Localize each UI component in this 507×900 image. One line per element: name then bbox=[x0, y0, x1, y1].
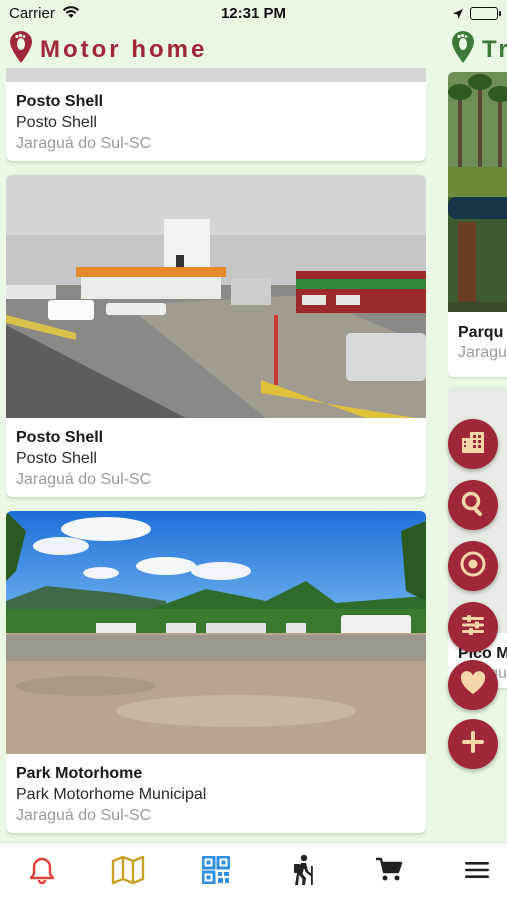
footprint-pin-icon-next bbox=[450, 30, 476, 69]
nav-trails[interactable] bbox=[286, 854, 320, 891]
heart-icon bbox=[459, 669, 487, 702]
park-palms-photo bbox=[448, 72, 507, 312]
card-name: Park Motorhome bbox=[16, 765, 143, 782]
clock: 12:31 PM bbox=[220, 5, 287, 22]
bell-icon bbox=[27, 855, 57, 890]
preview-card-name: Parqu bbox=[458, 324, 504, 341]
city-button[interactable] bbox=[448, 419, 498, 469]
filter-icon bbox=[459, 611, 487, 644]
card-city: Jaraguá do Sul-SC bbox=[16, 471, 152, 488]
map-icon bbox=[111, 855, 145, 890]
next-page-title: Tr bbox=[482, 36, 507, 63]
preview-card[interactable]: Parqu Jaragu bbox=[448, 72, 507, 377]
nav-notifications[interactable] bbox=[25, 855, 59, 889]
bottom-nav bbox=[0, 842, 507, 900]
list-item[interactable]: Park Motorhome Park Motorhome Municipal … bbox=[6, 511, 426, 833]
nav-cart[interactable] bbox=[372, 855, 406, 889]
park-gravel-lot-photo bbox=[6, 511, 426, 754]
card-subtitle: Posto Shell bbox=[16, 114, 97, 131]
nav-qr-scanner[interactable] bbox=[199, 855, 233, 889]
favorites-button[interactable] bbox=[448, 660, 498, 710]
plus-icon bbox=[459, 728, 487, 761]
motorhome-list[interactable]: Posto Shell Posto Shell Jaraguá do Sul-S… bbox=[6, 68, 426, 840]
add-button[interactable] bbox=[448, 719, 498, 769]
menu-icon bbox=[464, 859, 490, 886]
gas-station-photo bbox=[6, 175, 426, 418]
card-subtitle: Park Motorhome Municipal bbox=[16, 786, 207, 803]
preview-card-city: Jaragu bbox=[458, 344, 507, 361]
target-icon bbox=[459, 550, 487, 583]
status-bar: Carrier 12:31 PM bbox=[0, 0, 507, 28]
nav-menu[interactable] bbox=[460, 855, 494, 889]
page-title: Motor home bbox=[40, 36, 208, 63]
search-icon bbox=[459, 489, 487, 522]
card-photo bbox=[6, 68, 426, 82]
cart-icon bbox=[374, 855, 404, 890]
card-city: Jaraguá do Sul-SC bbox=[16, 807, 152, 824]
target-button[interactable] bbox=[448, 541, 498, 591]
card-name: Posto Shell bbox=[16, 93, 104, 110]
card-city: Jaraguá do Sul-SC bbox=[16, 135, 152, 152]
list-item[interactable]: Posto Shell Posto Shell Jaraguá do Sul-S… bbox=[6, 68, 426, 161]
header: Motor home Tr bbox=[0, 28, 507, 68]
card-name: Posto Shell bbox=[16, 429, 104, 446]
battery-icon bbox=[470, 7, 501, 20]
qr-code-icon bbox=[201, 855, 231, 889]
list-item[interactable]: Posto Shell Posto Shell Jaraguá do Sul-S… bbox=[6, 175, 426, 497]
city-icon bbox=[459, 428, 487, 461]
footprint-pin-icon bbox=[8, 30, 34, 69]
filter-button[interactable] bbox=[448, 602, 498, 652]
hiker-icon bbox=[290, 854, 316, 891]
location-arrow-icon bbox=[452, 7, 464, 25]
nav-map[interactable] bbox=[111, 855, 145, 889]
search-button[interactable] bbox=[448, 480, 498, 530]
card-subtitle: Posto Shell bbox=[16, 450, 97, 467]
